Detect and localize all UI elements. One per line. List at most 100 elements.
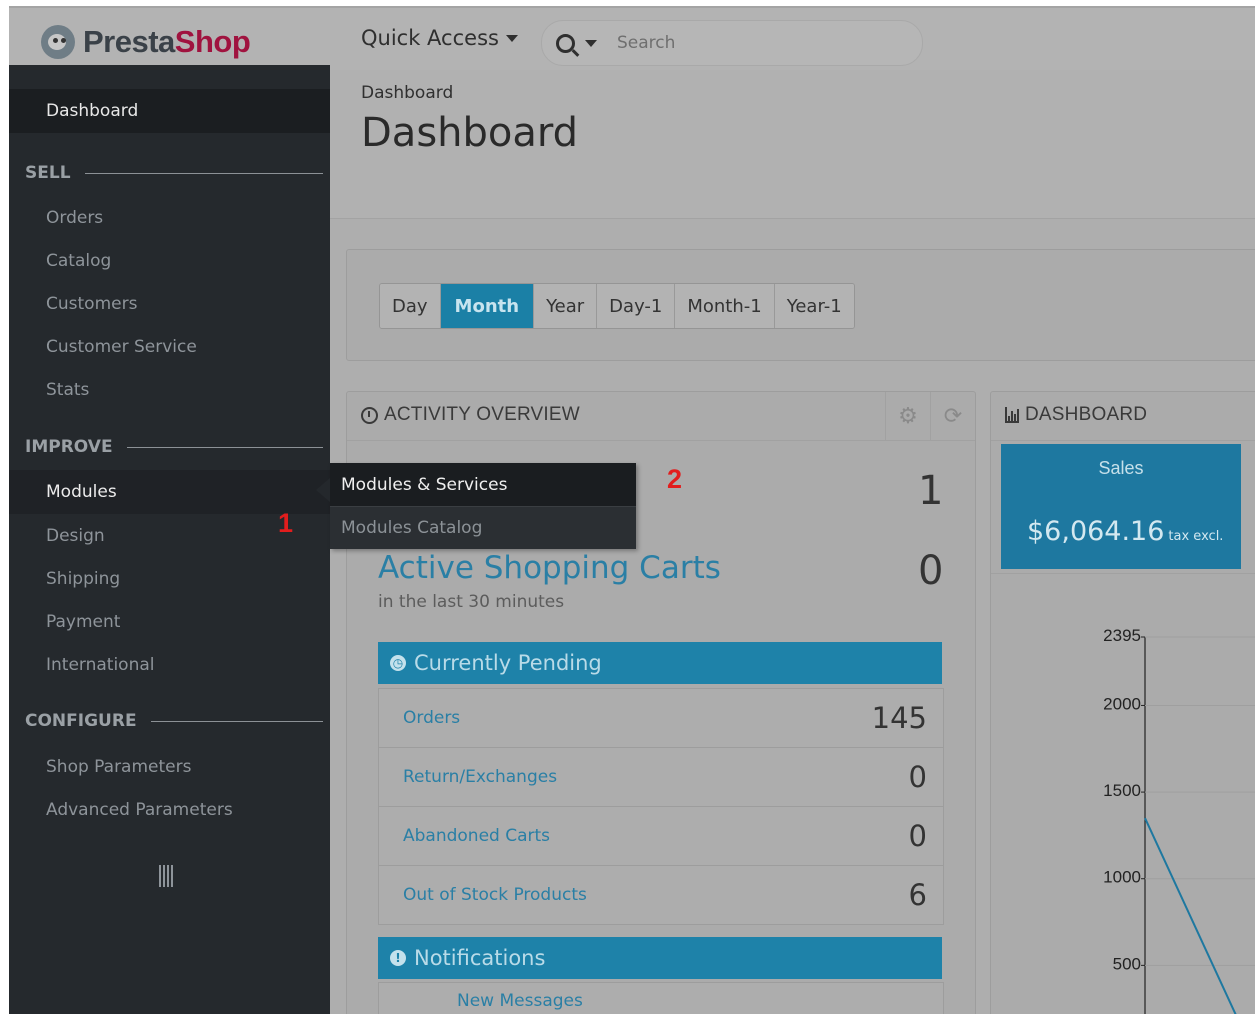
section-title: SELL — [25, 163, 71, 183]
sidebar-item-label: Stats — [46, 380, 90, 400]
pending-row-abandoned-carts[interactable]: Abandoned Carts 0 — [379, 807, 943, 866]
period-button-year-1[interactable]: Year-1 — [774, 284, 854, 328]
submenu-item-modules-catalog[interactable]: Modules Catalog — [330, 506, 636, 549]
sales-line-chart: 2395 2000 1500 1000 500 — [1103, 626, 1255, 1014]
chart-tick-label: 500 — [1113, 954, 1141, 973]
sidebar-item-catalog[interactable]: Catalog — [9, 240, 330, 282]
active-carts-count: 0 — [918, 548, 944, 594]
section-divider — [84, 172, 323, 174]
gear-icon[interactable]: ⚙ — [885, 392, 930, 440]
prestashop-puffin-icon — [41, 25, 75, 59]
logo-text-shop: Shop — [174, 24, 251, 59]
sidebar-item-payment[interactable]: Payment — [9, 601, 330, 643]
page-header: Dashboard Dashboard — [330, 70, 1255, 219]
sidebar-item-advanced-parameters[interactable]: Advanced Parameters — [9, 789, 330, 831]
period-button-year[interactable]: Year — [534, 284, 598, 328]
pending-value: 0 — [908, 760, 927, 794]
sidebar-item-label: Shipping — [46, 569, 121, 589]
chart-series-line — [1144, 817, 1237, 1014]
sidebar-item-stats[interactable]: Stats — [9, 369, 330, 411]
sidebar: Dashboard SELL Orders Catalog Customers … — [9, 65, 330, 1014]
sidebar-item-orders[interactable]: Orders — [9, 197, 330, 239]
sidebar-item-label: Orders — [46, 208, 104, 228]
section-title: IMPROVE — [25, 437, 113, 457]
sidebar-item-label: Catalog — [46, 251, 112, 271]
breadcrumb[interactable]: Dashboard — [361, 83, 453, 103]
sidebar-section-improve: IMPROVE — [25, 435, 323, 459]
notification-label: New Messages — [457, 991, 583, 1011]
sidebar-section-sell: SELL — [25, 161, 323, 185]
currently-pending-header: ◷ Currently Pending — [378, 642, 942, 684]
activity-panel-title: ACTIVITY OVERVIEW — [361, 404, 580, 426]
submenu-item-modules-services[interactable]: Modules & Services — [330, 463, 636, 506]
period-button-month-1[interactable]: Month-1 — [675, 284, 775, 328]
sidebar-item-international[interactable]: International — [9, 644, 330, 686]
clock-icon — [361, 406, 378, 424]
online-visitors-count: 1 — [918, 468, 944, 514]
chart-tick-label: 2395 — [1103, 626, 1141, 645]
pending-label: Return/Exchanges — [403, 767, 558, 787]
sidebar-item-label: Customers — [46, 294, 138, 314]
period-button-day[interactable]: Day — [380, 284, 441, 328]
sidebar-item-shop-parameters[interactable]: Shop Parameters — [9, 746, 330, 788]
activity-title-text: ACTIVITY OVERVIEW — [384, 404, 580, 425]
search-input[interactable] — [615, 32, 879, 54]
clock-icon: ◷ — [390, 655, 406, 671]
pending-list: Orders 145 Return/Exchanges 0 Abandoned Ca… — [378, 688, 944, 925]
annotation-marker-2: 2 — [667, 464, 683, 494]
sidebar-item-label: Modules — [46, 482, 117, 502]
period-button-day-1[interactable]: Day-1 — [597, 284, 676, 328]
collapse-sidebar-icon[interactable] — [159, 865, 179, 887]
pending-label: Orders — [403, 708, 461, 728]
sidebar-item-customers[interactable]: Customers — [9, 283, 330, 325]
sidebar-item-dashboard[interactable]: Dashboard — [9, 89, 330, 133]
panel-tools: ⚙ ⟳ — [885, 392, 975, 440]
top-header: PrestaShop Quick Access — [9, 6, 1255, 72]
pending-title-text: Currently Pending — [414, 651, 602, 675]
quick-access-dropdown[interactable]: Quick Access — [361, 26, 518, 50]
notifications-header: ! Notifications — [378, 937, 942, 979]
sidebar-item-label: Payment — [46, 612, 121, 632]
sidebar-item-shipping[interactable]: Shipping — [9, 558, 330, 600]
logo-text-presta: Presta — [83, 24, 175, 59]
dashboard-panel: DASHBOARD Sales $6,064.16 tax excl. 2395 2… — [990, 391, 1255, 1014]
sidebar-item-label: International — [46, 655, 155, 675]
sidebar-section-configure: CONFIGURE — [25, 709, 323, 733]
quick-access-label: Quick Access — [361, 26, 499, 50]
notifications-title-text: Notifications — [414, 946, 546, 970]
period-button-month[interactable]: Month — [440, 284, 535, 328]
period-button-group: Day Month Year Day-1 Month-1 Year-1 — [379, 283, 855, 329]
pending-value: 6 — [908, 878, 927, 912]
pending-row-returns[interactable]: Return/Exchanges 0 — [379, 748, 943, 807]
chart-tick-label: 1500 — [1103, 781, 1141, 800]
chart-tick-label: 1000 — [1103, 868, 1141, 887]
logo-text: PrestaShop — [83, 24, 251, 60]
search-bar — [541, 20, 923, 66]
notification-row-new-messages[interactable]: New Messages — [378, 982, 944, 1014]
pending-label: Abandoned Carts — [403, 826, 551, 846]
period-filter-panel: Day Month Year Day-1 Month-1 Year-1 — [346, 249, 1255, 361]
section-title: CONFIGURE — [25, 711, 137, 731]
pending-value: 145 — [871, 701, 927, 735]
pending-row-out-of-stock[interactable]: Out of Stock Products 6 — [379, 866, 943, 924]
pending-row-orders[interactable]: Orders 145 — [379, 689, 943, 748]
pending-label: Out of Stock Products — [403, 885, 587, 905]
section-divider — [126, 446, 323, 448]
prestashop-logo[interactable]: PrestaShop — [41, 22, 251, 62]
sidebar-item-label: Customer Service — [46, 337, 197, 357]
info-icon: ! — [390, 950, 406, 966]
search-type-caret-icon[interactable] — [585, 39, 597, 47]
modules-submenu: Modules & Services Modules Catalog — [316, 463, 636, 549]
sidebar-item-customer-service[interactable]: Customer Service — [9, 326, 330, 368]
pending-value: 0 — [908, 819, 927, 853]
sidebar-item-label: Dashboard — [46, 101, 139, 121]
sidebar-item-label: Design — [46, 526, 105, 546]
chart-tick-label: 2000 — [1103, 694, 1141, 713]
active-shopping-carts-link[interactable]: Active Shopping Carts — [378, 550, 721, 586]
page-title: Dashboard — [361, 110, 579, 156]
search-icon[interactable] — [556, 33, 575, 53]
sidebar-item-label: Shop Parameters — [46, 757, 192, 777]
activity-panel-header: ACTIVITY OVERVIEW ⚙ ⟳ — [347, 392, 975, 441]
section-divider — [150, 720, 323, 722]
refresh-icon[interactable]: ⟳ — [930, 392, 975, 440]
